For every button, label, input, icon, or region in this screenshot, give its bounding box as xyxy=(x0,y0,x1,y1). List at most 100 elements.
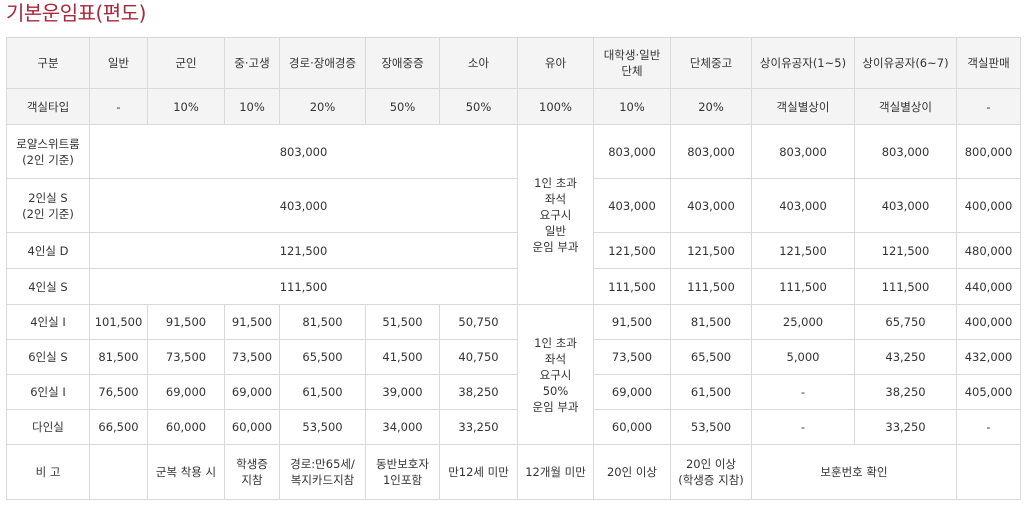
room-sale-fare: 800,000 xyxy=(956,124,1021,179)
severe-fare: 51,500 xyxy=(365,304,440,340)
header-veteran-1-5: 상이유공자(1~5) xyxy=(751,37,855,89)
discount-value: 100% xyxy=(517,88,594,125)
veteran-1-5-fare: 403,000 xyxy=(751,178,855,233)
remarks-group: 20인 이상 (학생증 지참) xyxy=(670,444,752,500)
header-child: 소아 xyxy=(439,37,518,89)
table-row: 다인실 66,500 60,000 60,000 53,500 34,000 3… xyxy=(6,409,1021,445)
group-fare: 111,500 xyxy=(670,268,752,305)
room-sale-fare: - xyxy=(956,409,1021,445)
senior-fare: 53,500 xyxy=(279,409,366,445)
table-row: 4인실 I 101,500 91,500 91,500 81,500 51,50… xyxy=(6,304,1021,445)
discount-row: 객실타입 - 10% 10% 20% 50% 50% 100% 10% 20% … xyxy=(6,88,1021,125)
header-infant: 유아 xyxy=(517,37,594,89)
common-fare: 121,500 xyxy=(89,232,518,269)
room-sale-fare: 440,000 xyxy=(956,268,1021,305)
discount-value: 50% xyxy=(439,88,518,125)
univ-fare: 121,500 xyxy=(593,232,671,269)
remarks-severe: 동반보호자 1인포함 xyxy=(365,444,440,500)
room-type-label: 6인실 I xyxy=(6,374,90,410)
discount-label: 객실타입 xyxy=(6,88,90,125)
page-title: 기본운임표(편도) xyxy=(6,1,146,25)
group-fare: 61,500 xyxy=(670,374,752,410)
veteran-6-7-fare: 111,500 xyxy=(854,268,957,305)
discount-value: 10% xyxy=(593,88,671,125)
group-fare: 121,500 xyxy=(670,232,752,269)
header-room-sale: 객실판매 xyxy=(956,37,1021,89)
soldier-fare: 73,500 xyxy=(147,339,225,375)
veteran-1-5-fare: 121,500 xyxy=(751,232,855,269)
discount-value: - xyxy=(956,88,1021,125)
discount-value: 20% xyxy=(279,88,366,125)
table-row: 4인실 S 111,500 111,500 111,500 111,500 11… xyxy=(6,268,1021,305)
room-sale-fare: 480,000 xyxy=(956,232,1021,269)
common-fare: 111,500 xyxy=(89,268,518,305)
general-fare: 81,500 xyxy=(89,339,148,375)
veteran-6-7-fare: 65,750 xyxy=(854,304,957,340)
room-type-label: 로얄스위트룸 (2인 기준) xyxy=(6,124,90,179)
discount-value: 20% xyxy=(670,88,752,125)
room-type-label: 다인실 xyxy=(6,409,90,445)
univ-fare: 73,500 xyxy=(593,339,671,375)
veteran-1-5-fare: - xyxy=(751,409,855,445)
child-fare: 38,250 xyxy=(439,374,518,410)
header-student: 중·고생 xyxy=(224,37,280,89)
header-soldier: 군인 xyxy=(147,37,225,89)
discount-value: 객실별상이 xyxy=(854,88,957,125)
remarks-soldier: 군복 착용 시 xyxy=(147,444,225,500)
remarks-general xyxy=(89,444,148,500)
veteran-6-7-fare: 403,000 xyxy=(854,178,957,233)
room-sale-fare: 432,000 xyxy=(956,339,1021,375)
remarks-child: 만12세 미만 xyxy=(439,444,518,500)
univ-fare: 403,000 xyxy=(593,178,671,233)
room-type-label: 4인실 D xyxy=(6,232,90,269)
univ-fare: 69,000 xyxy=(593,374,671,410)
table-row: 로얄스위트룸 (2인 기준) 803,000 1인 초과 좌석 요구시 일반 운… xyxy=(6,124,1021,305)
room-sale-fare: 400,000 xyxy=(956,178,1021,233)
discount-value: 10% xyxy=(224,88,280,125)
remarks-senior: 경로:만65세/ 복지카드지참 xyxy=(279,444,366,500)
infant-note: 1인 초과 좌석 요구시 50% 운임 부과 xyxy=(517,304,594,445)
discount-value: - xyxy=(89,88,148,125)
child-fare: 50,750 xyxy=(439,304,518,340)
veteran-1-5-fare: 5,000 xyxy=(751,339,855,375)
remarks-student: 학생증 지참 xyxy=(224,444,280,500)
infant-note: 1인 초과 좌석 요구시 일반 운임 부과 xyxy=(517,124,594,305)
group-fare: 65,500 xyxy=(670,339,752,375)
veteran-6-7-fare: 33,250 xyxy=(854,409,957,445)
table-row: 6인실 S 81,500 73,500 73,500 65,500 41,500… xyxy=(6,339,1021,375)
veteran-1-5-fare: - xyxy=(751,374,855,410)
header-veteran-6-7: 상이유공자(6~7) xyxy=(854,37,957,89)
univ-fare: 91,500 xyxy=(593,304,671,340)
header-general: 일반 xyxy=(89,37,148,89)
student-fare: 69,000 xyxy=(224,374,280,410)
veteran-6-7-fare: 803,000 xyxy=(854,124,957,179)
univ-fare: 60,000 xyxy=(593,409,671,445)
header-severe-disability: 장애중증 xyxy=(365,37,440,89)
veteran-6-7-fare: 38,250 xyxy=(854,374,957,410)
remarks-label: 비 고 xyxy=(6,444,90,500)
header-univ-group: 대학생·일반 단체 xyxy=(593,37,671,89)
veteran-1-5-fare: 111,500 xyxy=(751,268,855,305)
student-fare: 60,000 xyxy=(224,409,280,445)
child-fare: 33,250 xyxy=(439,409,518,445)
header-category: 구분 xyxy=(6,37,90,89)
senior-fare: 81,500 xyxy=(279,304,366,340)
general-fare: 66,500 xyxy=(89,409,148,445)
fare-table: 구분 일반 군인 중·고생 경로·장애경증 장애중증 소아 유아 대학생·일반 … xyxy=(6,37,1021,500)
remarks-infant: 12개월 미만 xyxy=(517,444,594,500)
group-fare: 53,500 xyxy=(670,409,752,445)
veteran-6-7-fare: 43,250 xyxy=(854,339,957,375)
room-sale-fare: 400,000 xyxy=(956,304,1021,340)
group-fare: 81,500 xyxy=(670,304,752,340)
soldier-fare: 91,500 xyxy=(147,304,225,340)
discount-value: 10% xyxy=(147,88,225,125)
group-fare: 803,000 xyxy=(670,124,752,179)
discount-value: 객실별상이 xyxy=(751,88,855,125)
soldier-fare: 60,000 xyxy=(147,409,225,445)
room-type-label: 6인실 S xyxy=(6,339,90,375)
header-senior-mild: 경로·장애경증 xyxy=(279,37,366,89)
severe-fare: 39,000 xyxy=(365,374,440,410)
severe-fare: 41,500 xyxy=(365,339,440,375)
discount-value: 50% xyxy=(365,88,440,125)
remarks-room xyxy=(956,444,1021,500)
